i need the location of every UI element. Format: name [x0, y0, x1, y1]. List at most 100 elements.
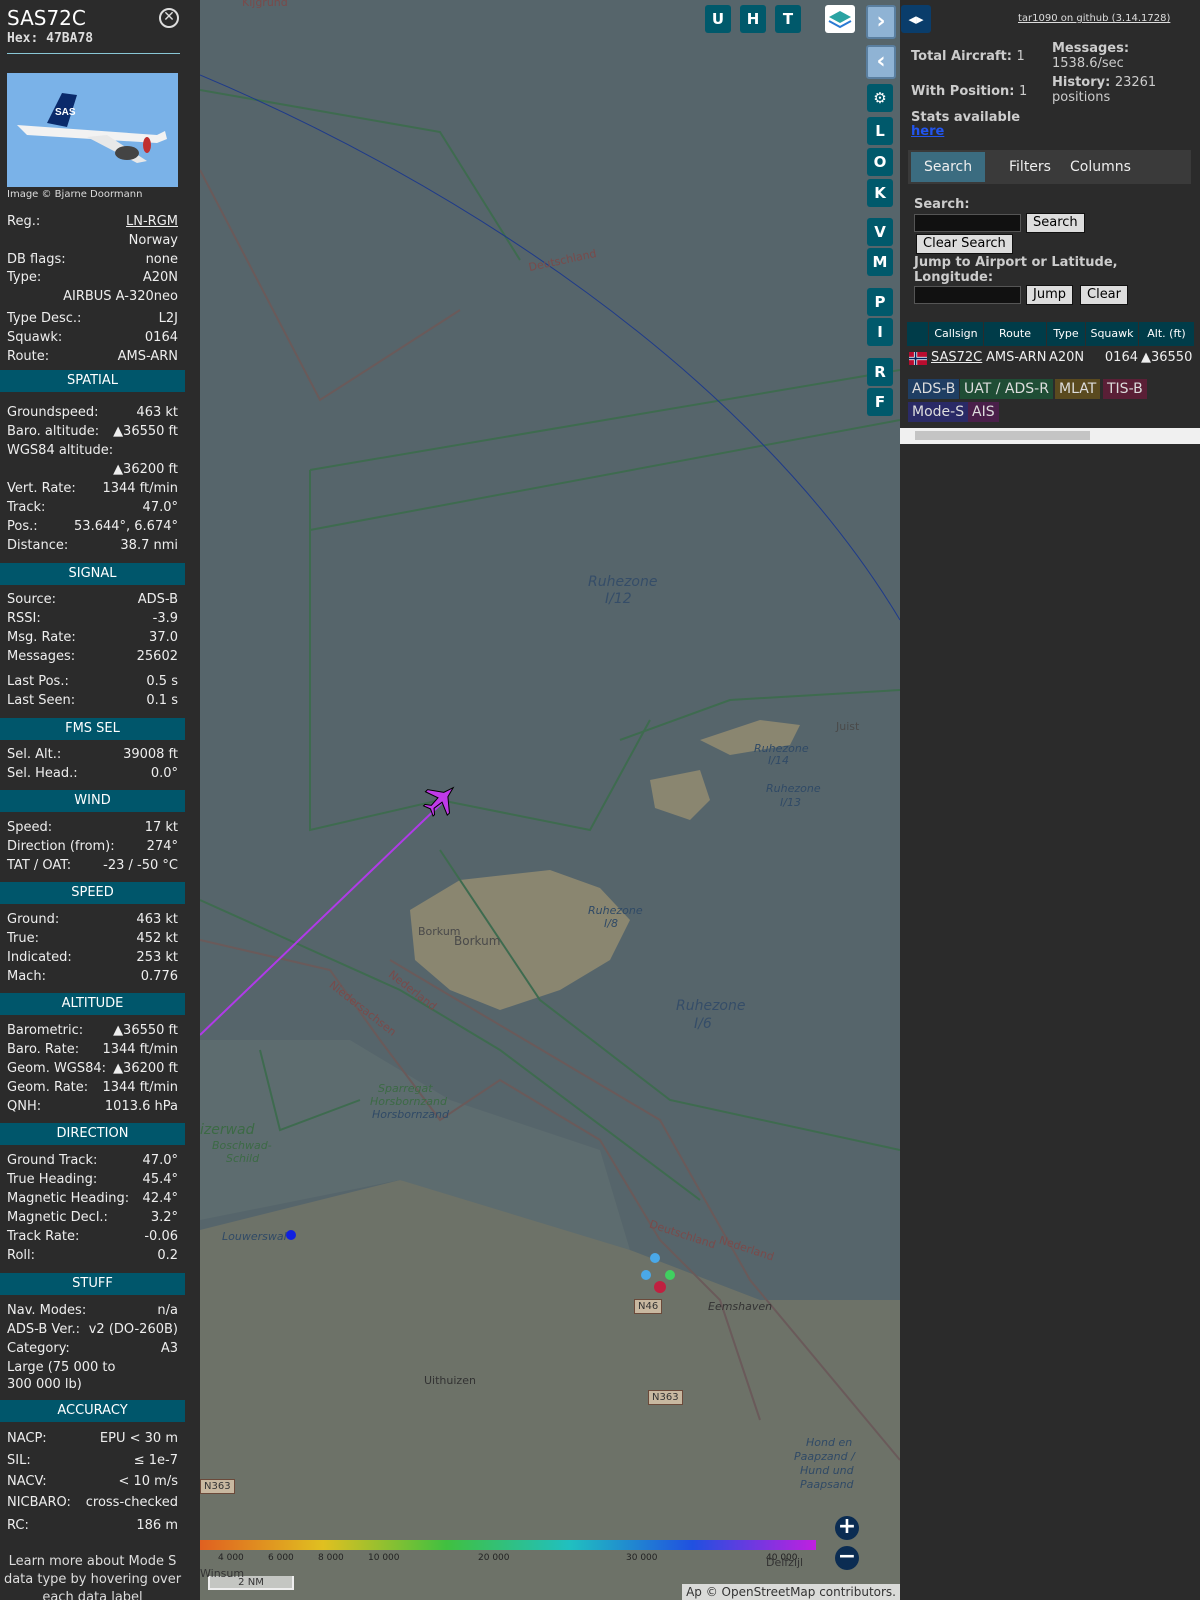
info-label[interactable]: Reg.: — [7, 212, 40, 231]
info-label[interactable]: Sel. Head.: — [7, 764, 78, 783]
info-label[interactable]: Indicated: — [7, 948, 72, 967]
info-label[interactable]: Messages: — [7, 647, 75, 666]
layers-icon[interactable] — [825, 5, 855, 33]
clear-jump-button[interactable]: Clear — [1080, 285, 1128, 305]
info-label[interactable]: Ground Track: — [7, 1151, 97, 1170]
info-label[interactable]: True Heading: — [7, 1170, 97, 1189]
map-button-r[interactable]: R — [867, 358, 893, 386]
info-label[interactable]: ADS-B Ver.: — [7, 1320, 80, 1339]
column-squawk[interactable]: Squawk — [1086, 322, 1139, 346]
info-label[interactable]: NICBARO: — [7, 1493, 71, 1512]
info-label[interactable]: RSSI: — [7, 609, 41, 628]
jump-input[interactable] — [914, 286, 1021, 304]
row-callsign[interactable]: SAS72C — [931, 348, 983, 368]
map-button-h[interactable]: H — [740, 5, 766, 33]
expand-panel-icon[interactable]: › — [866, 5, 896, 39]
map-button-i[interactable]: I — [867, 318, 893, 346]
info-label[interactable]: DB flags: — [7, 250, 66, 269]
source-legend-mode-s[interactable]: Mode-S — [908, 402, 969, 422]
close-icon[interactable]: ✕ — [159, 8, 179, 28]
info-label[interactable]: NACP: — [7, 1429, 47, 1448]
column-callsign[interactable]: Callsign — [929, 322, 984, 346]
map-button-u[interactable]: U — [705, 5, 731, 33]
info-label[interactable]: 300 000 lb) — [7, 1375, 82, 1394]
info-label[interactable]: Squawk: — [7, 328, 62, 347]
map-button-k[interactable]: K — [867, 179, 893, 207]
info-label[interactable]: NACV: — [7, 1472, 47, 1491]
map-button-f[interactable]: F — [867, 388, 893, 416]
info-label[interactable]: QNH: — [7, 1097, 41, 1116]
map-button-v[interactable]: V — [867, 218, 893, 246]
info-label[interactable]: WGS84 altitude: — [7, 441, 113, 460]
source-legend-tis-b[interactable]: TIS-B — [1103, 379, 1147, 399]
info-label[interactable]: Route: — [7, 347, 49, 366]
info-label[interactable]: Sel. Alt.: — [7, 745, 61, 764]
stats-link[interactable]: here — [911, 124, 944, 139]
source-legend-ais[interactable]: AIS — [968, 402, 999, 422]
info-label[interactable]: Pos.: — [7, 517, 38, 536]
info-label[interactable]: Category: — [7, 1339, 70, 1358]
scroll-thumb[interactable] — [915, 431, 1090, 440]
info-label[interactable]: Nav. Modes: — [7, 1301, 86, 1320]
tab-columns[interactable]: Columns — [1057, 152, 1144, 182]
map-attribution[interactable]: Ap © OpenStreetMap contributors. — [682, 1584, 900, 1600]
source-legend-ads-b[interactable]: ADS-B — [908, 379, 960, 399]
info-label[interactable]: Geom. WGS84: — [7, 1059, 106, 1078]
info-label[interactable]: Groundspeed: — [7, 403, 98, 422]
info-label[interactable]: SIL: — [7, 1451, 31, 1470]
column-flag[interactable] — [907, 322, 929, 346]
info-label[interactable]: Baro. altitude: — [7, 422, 99, 441]
info-label[interactable]: Baro. Rate: — [7, 1040, 79, 1059]
map-button-m[interactable]: M — [867, 248, 893, 276]
info-label[interactable]: Magnetic Heading: — [7, 1189, 129, 1208]
map-button-p[interactable]: P — [867, 288, 893, 316]
tab-search[interactable]: Search — [911, 152, 986, 182]
info-label[interactable]: Magnetic Decl.: — [7, 1208, 108, 1227]
tab-filters[interactable]: Filters — [996, 152, 1064, 182]
map-canvas[interactable]: 4 000 6 000 8 000 10 000 20 000 30 000 40 000 … — [200, 0, 900, 1600]
info-label[interactable]: Roll: — [7, 1246, 35, 1265]
search-button[interactable]: Search — [1026, 213, 1085, 233]
search-input[interactable] — [914, 214, 1021, 232]
column-route[interactable]: Route — [984, 322, 1047, 346]
info-label[interactable]: Distance: — [7, 536, 68, 555]
info-label[interactable]: Vert. Rate: — [7, 479, 76, 498]
aircraft-photo[interactable]: SAS — [7, 73, 178, 187]
info-label[interactable]: TAT / OAT: — [7, 856, 71, 875]
info-label[interactable]: Track: — [7, 498, 45, 517]
source-legend-uat-ads-r[interactable]: UAT / ADS-R — [960, 379, 1053, 399]
github-link[interactable]: tar1090 on github (3.14.1728) — [1018, 13, 1170, 24]
info-label[interactable]: RC: — [7, 1516, 29, 1535]
column-altitude[interactable]: Alt. (ft) — [1139, 322, 1195, 346]
map-label-ruhezone6b: I/6 — [694, 1016, 712, 1032]
zoom-out-icon[interactable]: − — [835, 1546, 859, 1570]
info-value: none — [145, 252, 178, 267]
info-label[interactable]: Source: — [7, 590, 56, 609]
info-value[interactable]: LN-RGM — [126, 212, 178, 231]
map-button-o[interactable]: O — [867, 148, 893, 176]
info-label[interactable]: Type Desc.: — [7, 309, 81, 328]
clear-search-button[interactable]: Clear Search — [916, 234, 1013, 254]
column-type[interactable]: Type — [1047, 322, 1086, 346]
info-label[interactable]: Ground: — [7, 910, 59, 929]
horizontal-scrollbar[interactable] — [900, 428, 1200, 444]
map-button-l[interactable]: L — [867, 117, 893, 145]
info-label[interactable]: Geom. Rate: — [7, 1078, 88, 1097]
source-legend-mlat[interactable]: MLAT — [1055, 379, 1101, 399]
info-label[interactable]: Last Pos.: — [7, 672, 69, 691]
info-label[interactable]: Direction (from): — [7, 837, 115, 856]
map-button-t[interactable]: T — [775, 5, 801, 33]
info-label[interactable]: Type: — [7, 268, 41, 287]
info-label[interactable]: Speed: — [7, 818, 52, 837]
info-label[interactable]: Mach: — [7, 967, 46, 986]
info-label[interactable]: Msg. Rate: — [7, 628, 76, 647]
info-label[interactable]: Last Seen: — [7, 691, 75, 710]
collapse-panel-icon[interactable]: ‹ — [866, 45, 896, 79]
info-label[interactable]: True: — [7, 929, 39, 948]
zoom-in-icon[interactable]: + — [835, 1516, 859, 1540]
toggle-sidebar-icon[interactable]: ◂▸ — [901, 5, 931, 33]
jump-button[interactable]: Jump — [1026, 285, 1073, 305]
info-label[interactable]: Barometric: — [7, 1021, 83, 1040]
settings-gear-icon[interactable]: ⚙ — [867, 84, 893, 112]
info-label[interactable]: Track Rate: — [7, 1227, 79, 1246]
